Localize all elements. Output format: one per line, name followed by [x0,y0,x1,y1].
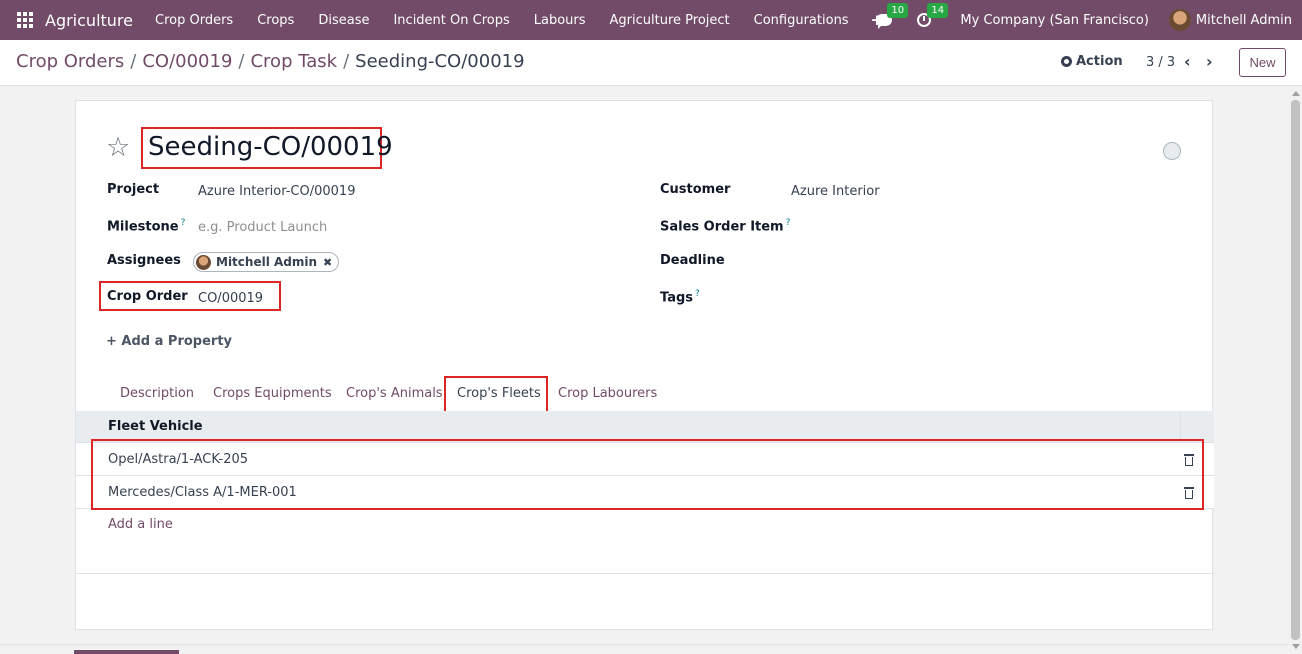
new-button[interactable]: New [1239,48,1286,77]
notebook-tabs: Description Crops Equipments Crop's Anim… [76,376,1214,413]
chatter-send-button[interactable] [74,650,179,654]
navbar-systray: 10 14 My Company (San Francisco) Mitchel… [868,0,1292,40]
tab-crops-equipments[interactable]: Crops Equipments [213,386,332,401]
assignees-label: Assignees [107,253,181,268]
rows-highlight [91,439,1204,510]
divider [0,644,1288,645]
messages-button[interactable]: 10 [876,3,909,29]
assignee-avatar [196,254,211,270]
milestone-label: Milestone? [107,218,186,235]
tab-description[interactable]: Description [120,386,194,401]
pager-prev-icon[interactable]: ‹ [1184,52,1191,71]
breadcrumb-separator: / [130,51,137,72]
breadcrumb-crop-task[interactable]: Crop Task [250,51,337,72]
customer-label: Customer [660,182,731,197]
user-menu[interactable]: Mitchell Admin [1196,13,1292,28]
assignee-name: Mitchell Admin [216,255,318,269]
plus-icon: + [106,334,122,349]
breadcrumb-co-00019[interactable]: CO/00019 [142,51,232,72]
breadcrumb: Crop Orders / CO/00019 / Crop Task / See… [16,51,525,72]
scroll-up-icon[interactable] [1292,91,1300,96]
crop-order-label: Crop Order [107,289,188,304]
add-line-button[interactable]: Add a line [108,517,173,532]
menu-crops[interactable]: Crops [245,13,306,28]
tags-label: Tags? [660,289,700,306]
project-field[interactable]: Azure Interior-CO/00019 [198,184,355,199]
top-navbar: Agriculture Crop Orders Crops Disease In… [0,0,1302,40]
app-brand[interactable]: Agriculture [45,11,133,30]
menu-disease[interactable]: Disease [306,13,381,28]
help-icon[interactable]: ? [181,218,186,228]
menu-crop-orders[interactable]: Crop Orders [143,13,245,28]
breadcrumb-current: Seeding-CO/00019 [355,51,525,72]
assignee-tag[interactable]: Mitchell Admin ✖ [193,252,340,272]
control-panel: Crop Orders / CO/00019 / Crop Task / See… [0,40,1302,86]
activities-button[interactable]: 14 [916,3,949,29]
customer-field[interactable]: Azure Interior [791,184,880,199]
action-label: Action [1076,54,1123,69]
tab-crops-animals[interactable]: Crop's Animals [346,386,443,401]
fleet-vehicle-column[interactable]: Fleet Vehicle [108,419,203,434]
crop-order-field[interactable]: CO/00019 [198,291,263,306]
favorite-star-icon[interactable]: ☆ [106,134,130,161]
menu-configurations[interactable]: Configurations [742,13,861,28]
status-indicator[interactable] [1163,142,1181,160]
apps-menu-icon[interactable] [17,12,33,28]
company-switcher[interactable]: My Company (San Francisco) [960,13,1148,28]
messages-badge: 10 [887,3,909,18]
help-icon[interactable]: ? [786,218,791,228]
scroll-down-icon[interactable] [1292,644,1300,649]
menu-incident-on-crops[interactable]: Incident On Crops [381,13,521,28]
milestone-field[interactable]: e.g. Product Launch [198,220,327,235]
breadcrumb-crop-orders[interactable]: Crop Orders [16,51,124,72]
task-title[interactable]: Seeding-CO/00019 [148,132,393,162]
form-sheet: ☆ Seeding-CO/00019 Project Azure Interio… [75,100,1214,630]
action-button[interactable]: Action [1061,54,1123,69]
remove-tag-icon[interactable]: ✖ [323,256,332,269]
breadcrumb-separator: / [343,51,350,72]
add-property-button[interactable]: + Add a Property [106,334,232,349]
pager-value[interactable]: 3 / 3 [1146,55,1175,70]
project-label: Project [107,182,160,197]
tab-crop-labourers[interactable]: Crop Labourers [558,386,657,401]
scrollbar[interactable] [1289,86,1302,654]
user-avatar[interactable] [1168,9,1191,31]
menu-agriculture-project[interactable]: Agriculture Project [598,13,742,28]
menu-labours[interactable]: Labours [522,13,598,28]
activities-badge: 14 [927,3,949,18]
scroll-thumb[interactable] [1291,100,1300,640]
help-icon[interactable]: ? [695,289,700,299]
breadcrumb-separator: / [238,51,245,72]
gear-icon [1061,56,1072,67]
empty-table-row [76,541,1214,574]
deadline-label: Deadline [660,253,725,268]
pager-next-icon[interactable]: › [1206,52,1213,71]
sales-order-item-label: Sales Order Item? [660,218,791,235]
tab-crops-fleets[interactable]: Crop's Fleets [457,386,541,401]
